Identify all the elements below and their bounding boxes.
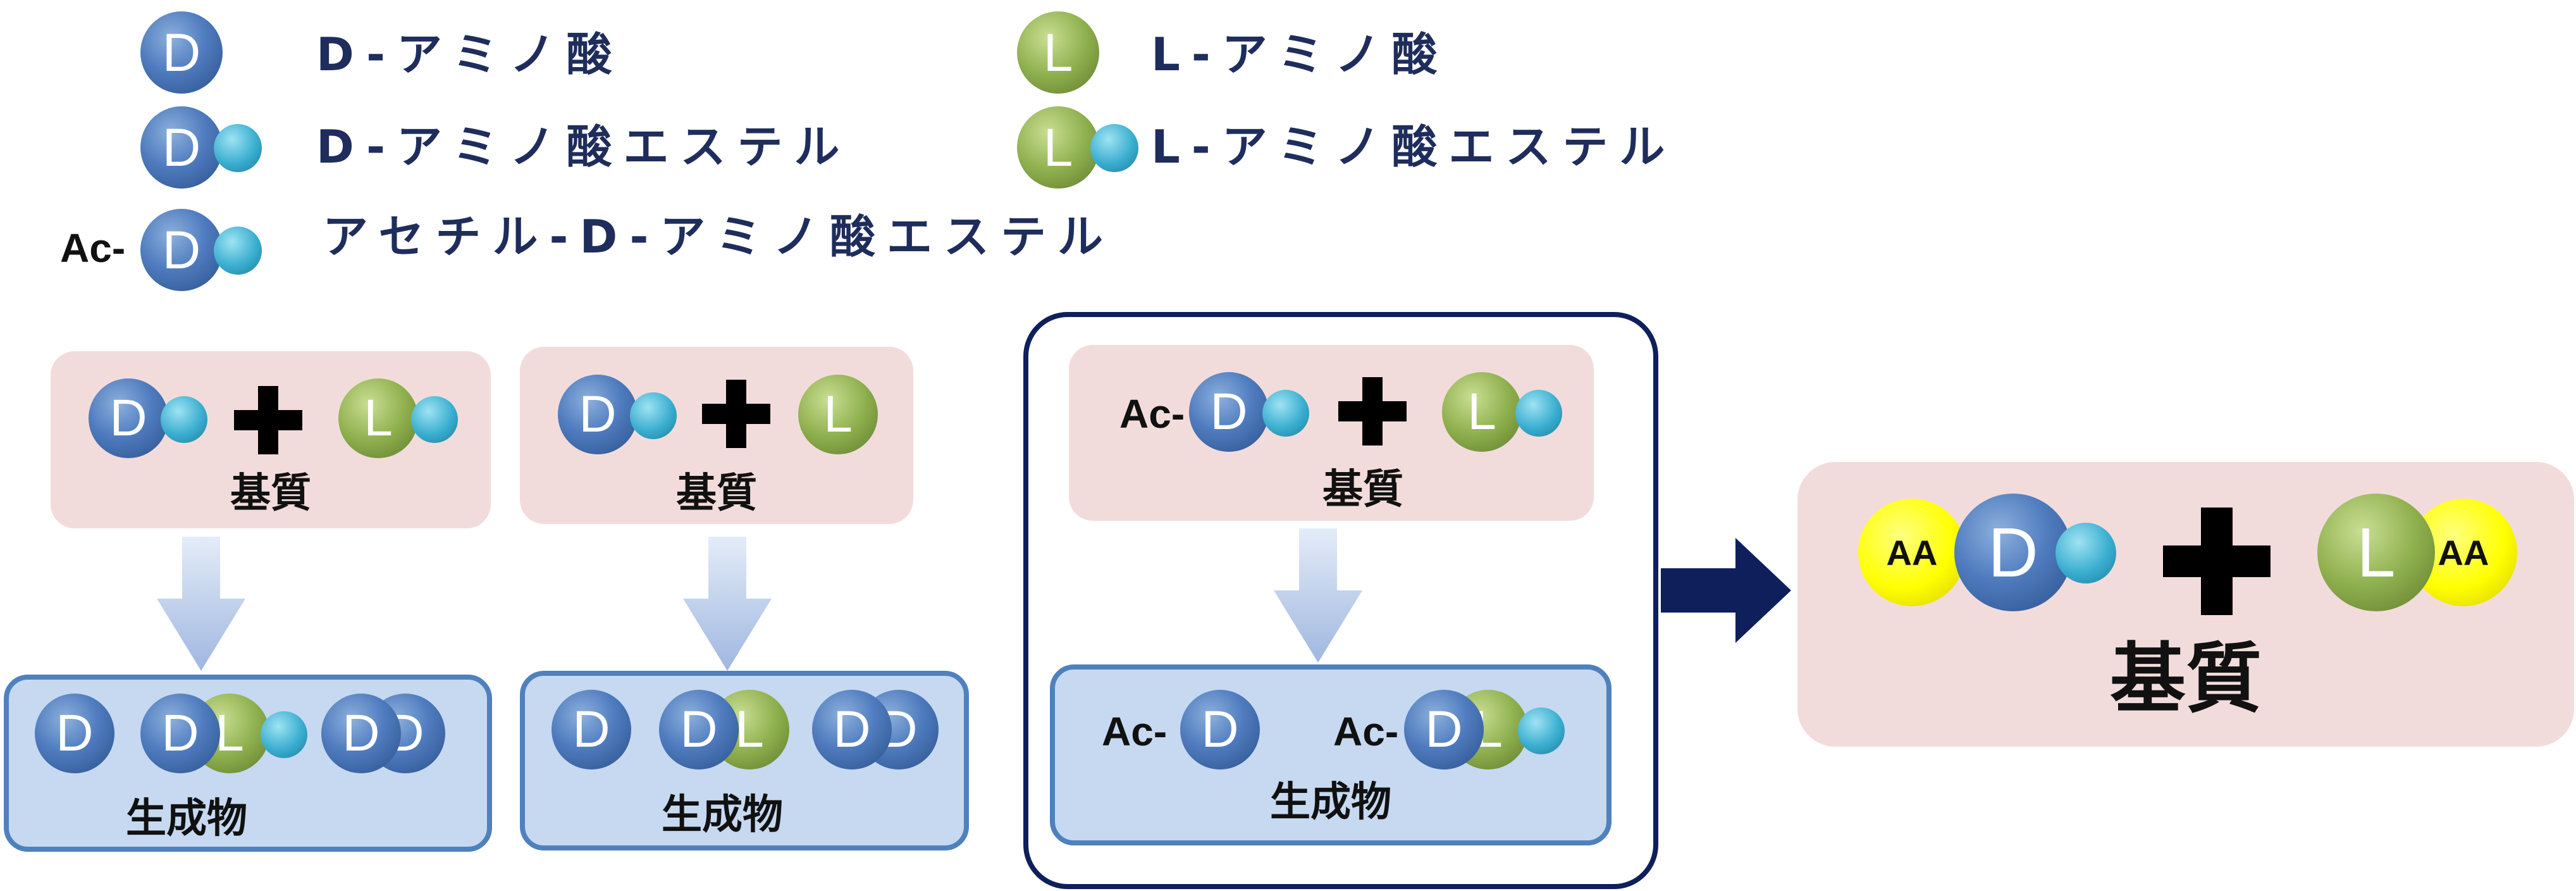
product-caption-2: 生成物	[662, 792, 783, 838]
l-residue: L	[1442, 372, 1522, 452]
plus-icon	[2163, 508, 2271, 615]
down-arrow-3	[1274, 528, 1362, 663]
plus-icon	[234, 386, 302, 454]
d-residue: D	[812, 690, 892, 770]
d-residue: D	[89, 378, 168, 458]
legend-acetyl-prefix: Ac-	[60, 225, 126, 271]
ester-group	[1262, 390, 1309, 437]
legend-acetyl-d-amino-acid-ester-label: アセチル-D-アミノ酸エステル	[323, 210, 1114, 263]
legend-acetyl-ester-group	[214, 227, 262, 275]
legend-d-ester-group	[214, 124, 262, 172]
plus-icon	[702, 380, 770, 448]
d-residue: D	[552, 690, 631, 770]
d-residue: D	[1404, 690, 1484, 770]
legend-d-ball: D	[140, 11, 223, 94]
legend-d-amino-acid-ester-label: D-アミノ酸エステル	[316, 120, 851, 173]
legend-acetyl-d-ball: D	[140, 209, 223, 291]
ester-group	[2055, 523, 2116, 583]
product-caption-1: 生成物	[126, 795, 247, 842]
legend-d-amino-acid-label: D-アミノ酸	[316, 28, 624, 81]
ester-group	[630, 392, 677, 439]
d-residue: D	[1180, 690, 1260, 770]
down-arrow-2	[683, 537, 772, 671]
l-residue: L	[338, 378, 418, 458]
product-caption-3: 生成物	[1270, 779, 1391, 826]
acetyl-prefix: Ac-	[1119, 391, 1185, 437]
d-residue: D	[1189, 372, 1269, 452]
substrate-caption-3: 基質	[1322, 466, 1403, 513]
l-residue: L	[798, 375, 878, 454]
right-arrow	[1661, 538, 1791, 643]
plus-icon	[1338, 377, 1407, 446]
acetyl-prefix: Ac-	[1333, 709, 1399, 754]
d-residue: D	[321, 694, 401, 773]
final-substrate-caption: 基質	[2110, 635, 2262, 723]
ester-group	[261, 711, 307, 758]
d-residue: D	[140, 694, 220, 773]
d-residue: D	[659, 690, 739, 770]
d-residue: D	[1954, 494, 2072, 611]
ester-group	[161, 396, 207, 443]
ester-group	[1515, 390, 1562, 437]
substrate-caption-1: 基質	[230, 470, 311, 517]
acetyl-prefix: Ac-	[1102, 709, 1168, 754]
legend-l-ball: L	[1017, 11, 1099, 94]
down-arrow-1	[157, 537, 245, 671]
legend-l-ester-group	[1090, 124, 1138, 172]
d-residue: D	[35, 694, 114, 773]
d-residue: D	[558, 375, 638, 454]
legend-l-amino-acid-ester-label: L-アミノ酸エステル	[1151, 120, 1677, 173]
aa-group: AA	[1858, 499, 1966, 606]
ester-group	[1518, 707, 1565, 754]
legend-l-amino-acid-label: L-アミノ酸	[1151, 28, 1449, 81]
substrate-caption-2: 基質	[676, 470, 757, 517]
ester-group	[411, 396, 458, 443]
legend-d-ester-ball: D	[140, 106, 223, 189]
l-residue: L	[2317, 494, 2435, 611]
legend-l-ester-ball: L	[1017, 106, 1099, 189]
